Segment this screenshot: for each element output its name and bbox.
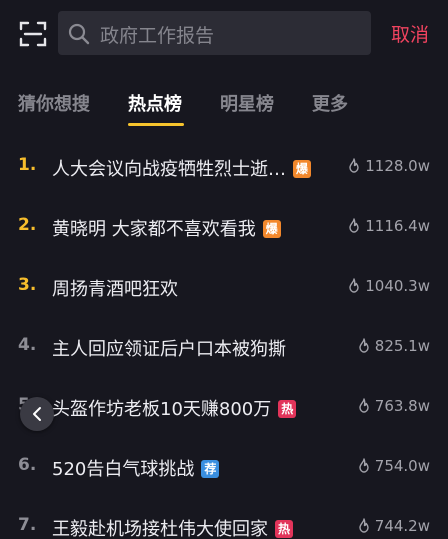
rank-number: 4. [18, 335, 37, 355]
rank-number: 7. [18, 515, 37, 535]
item-title: 周扬青酒吧狂欢 [52, 279, 178, 300]
flame-icon [359, 338, 369, 353]
item-title: 王毅赴机场接杜伟大使回家 [52, 519, 268, 539]
status-badge: 爆 [262, 220, 281, 238]
tab-guess-search[interactable]: 猜你想搜 [18, 90, 90, 116]
tab-more[interactable]: 更多 [312, 90, 348, 116]
list-item[interactable]: 4. 主人回应领证后户口本被狗撕 825.1w [0, 317, 448, 377]
flame-icon [349, 218, 359, 233]
flame-icon [359, 398, 369, 413]
heat-number: 754.0w [374, 457, 430, 475]
item-title-wrap: 周扬青酒吧狂欢 [52, 275, 178, 301]
list-item[interactable]: 5.头盔作坊老板10天赚800万热763.8w [0, 377, 448, 437]
item-title-wrap: 520告白气球挑战荐 [52, 455, 220, 481]
list-item[interactable]: 3. 周扬青酒吧狂欢 1040.3w [0, 257, 448, 317]
search-placeholder: 政府工作报告 [100, 25, 215, 47]
rank-number: 1. [18, 155, 37, 175]
search-icon [68, 23, 90, 45]
heat-number: 825.1w [374, 337, 430, 355]
flame-icon [349, 158, 359, 173]
status-badge: 爆 [293, 160, 311, 178]
rank-number: 3. [18, 275, 37, 295]
flame-icon [349, 278, 359, 293]
top-bar: 政府工作报告 取消 [0, 0, 448, 66]
rank-number: 2. [18, 215, 37, 235]
heat-value: 1128.0w [348, 157, 430, 175]
heat-value: 744.2w [358, 517, 430, 535]
tab-hot-list[interactable]: 热点榜 [128, 90, 182, 116]
list-item[interactable]: 1. 人大会议向战疫牺牲烈士逝… 爆 1128.0w [0, 137, 448, 197]
heat-number: 1128.0w [365, 157, 430, 175]
item-title: 人大会议向战疫牺牲烈士逝… [52, 159, 286, 180]
status-badge: 热 [278, 400, 297, 418]
heat-number: 763.8w [374, 397, 430, 415]
list-item[interactable]: 6. 520告白气球挑战荐 754.0w [0, 437, 448, 497]
chevron-left-icon [33, 407, 41, 421]
item-title-wrap: 主人回应领证后户口本被狗撕 [52, 335, 286, 361]
back-button[interactable] [20, 397, 54, 431]
rank-number: 6. [18, 455, 37, 475]
search-input[interactable]: 政府工作报告 [58, 11, 371, 55]
hot-search-page: 政府工作报告 取消 猜你想搜 热点榜 明星榜 更多 1. 人大会议向战疫牺牲烈士逝… [0, 0, 448, 539]
list-item[interactable]: 7. 王毅赴机场接杜伟大使回家热 744.2w [0, 497, 448, 539]
flame-icon [359, 458, 369, 473]
heat-number: 1040.3w [365, 277, 430, 295]
item-title-wrap: 黄晓明 大家都不喜欢看我爆 [52, 215, 281, 241]
status-badge: 荐 [201, 460, 220, 478]
heat-number: 744.2w [374, 517, 430, 535]
cancel-button[interactable]: 取消 [391, 20, 429, 47]
heat-number: 1116.4w [365, 217, 430, 235]
item-title-wrap: 头盔作坊老板10天赚800万热 [52, 395, 297, 421]
item-title: 520告白气球挑战 [52, 459, 195, 480]
scan-icon[interactable] [18, 20, 48, 48]
heat-value: 763.8w [358, 397, 430, 415]
item-title: 黄晓明 大家都不喜欢看我 [52, 219, 256, 240]
heat-value: 1116.4w [348, 217, 430, 235]
heat-value: 1040.3w [348, 277, 430, 295]
flame-icon [359, 518, 369, 533]
list-item[interactable]: 2. 黄晓明 大家都不喜欢看我爆 1116.4w [0, 197, 448, 257]
item-title-wrap: 王毅赴机场接杜伟大使回家热 [52, 515, 293, 539]
item-title: 主人回应领证后户口本被狗撕 [52, 339, 286, 360]
active-tab-indicator [128, 123, 184, 126]
heat-value: 825.1w [358, 337, 430, 355]
item-title: 头盔作坊老板10天赚800万 [52, 399, 272, 420]
heat-value: 754.0w [358, 457, 430, 475]
item-title-wrap: 人大会议向战疫牺牲烈士逝… 爆 [52, 155, 311, 181]
category-tabs: 猜你想搜 热点榜 明星榜 更多 [0, 84, 448, 130]
tab-star-list[interactable]: 明星榜 [220, 90, 274, 116]
status-badge: 热 [275, 520, 293, 538]
